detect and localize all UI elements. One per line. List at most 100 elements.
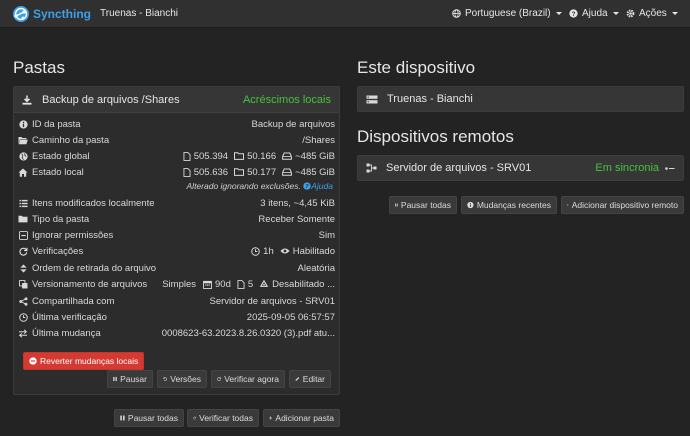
- share-icon: [18, 296, 28, 306]
- pause-folder-button[interactable]: Pausar: [107, 370, 153, 388]
- globe-icon: [18, 151, 28, 161]
- value: 1h Habilitado: [251, 246, 335, 257]
- brand-name: Syncthing: [33, 7, 92, 21]
- global-dirs: 50.166: [247, 150, 277, 162]
- recent-changes-label: Mudanças recentes: [476, 200, 551, 210]
- this-device-header[interactable]: Truenas - Bianchi: [358, 87, 683, 111]
- download-icon: [22, 95, 32, 105]
- locally-changed-link[interactable]: 3 itens, ~4,45 KiB: [260, 198, 335, 209]
- file-icon: [237, 279, 245, 289]
- versions-button[interactable]: Versões: [157, 370, 207, 388]
- local-dirs: 50.177: [247, 166, 277, 178]
- pause-all-folders-button[interactable]: Pausar todas: [114, 409, 184, 427]
- label: Última verificação: [32, 311, 107, 323]
- calendar-icon: [203, 280, 212, 289]
- rescan-all-label: Verificar todas: [199, 413, 253, 423]
- brand[interactable]: Syncthing: [12, 5, 91, 23]
- language-label: Portuguese (Brazil): [465, 8, 551, 19]
- remote-devices-heading: Dispositivos remotos: [357, 127, 514, 146]
- folder-icon: [18, 214, 28, 224]
- plus-icon: [269, 416, 273, 420]
- edit-folder-button[interactable]: Editar: [289, 370, 331, 388]
- plus-icon: [567, 204, 569, 206]
- versioning-cleanup: Desabilitado ...: [272, 278, 335, 290]
- list-icon: [18, 198, 28, 208]
- svg-text:?: ?: [306, 184, 310, 190]
- row-folder-path: Caminho da pasta /Shares: [18, 132, 335, 148]
- label: Ignorar permissões: [32, 229, 114, 241]
- label: ID da pasta: [32, 118, 81, 130]
- label: Itens modificados localmente: [32, 197, 155, 209]
- value: Receber Somente: [258, 213, 335, 225]
- help-link[interactable]: ? Ajuda: [303, 181, 333, 191]
- exchange-icon: [18, 328, 28, 338]
- shared-device-link[interactable]: Servidor de arquivos - SRV01: [210, 296, 336, 307]
- row-local-state: Estado local 505.636 50.177 ~485 GiB: [18, 164, 335, 180]
- actions-menu[interactable]: Ações: [626, 8, 678, 19]
- folder-panel-header[interactable]: Backup de arquivos /Shares Acréscimos lo…: [14, 87, 339, 113]
- row-folder-type: Tipo da pasta Receber Somente: [18, 211, 335, 227]
- add-folder-button[interactable]: Adicionar pasta: [263, 409, 340, 427]
- label: Versionamento de arquivos: [32, 278, 148, 290]
- rescan-all-button[interactable]: Verificar todas: [187, 409, 259, 427]
- recycle-icon: [259, 279, 269, 287]
- remote-device-panel: Servidor de arquivos - SRV01 Em sincroni…: [357, 155, 684, 181]
- label: Tipo da pasta: [32, 213, 90, 225]
- language-menu[interactable]: Portuguese (Brazil): [452, 8, 562, 19]
- local-size: ~485 GiB: [295, 166, 335, 178]
- revert-local-changes-button[interactable]: Reverter mudanças locais: [23, 352, 145, 370]
- row-pull-order: Ordem de retirada do arquivo Aleatória: [18, 260, 335, 276]
- svg-text:?: ?: [572, 11, 576, 18]
- label: Verificações: [32, 245, 84, 257]
- row-versioning: Versionamento de arquivos Simples 90d 5 …: [18, 276, 335, 292]
- value: 2025-09-05 06:57:57: [246, 311, 335, 323]
- row-rescans: Verificações 1h Habilitado: [18, 243, 335, 259]
- actions-label: Ações: [639, 8, 667, 19]
- refresh-icon: [217, 377, 221, 381]
- folder-open-icon: [18, 135, 28, 145]
- copy-icon: [18, 279, 28, 289]
- recent-changes-button[interactable]: Mudanças recentes: [461, 196, 557, 214]
- global-files: 505.394: [193, 150, 229, 162]
- pause-icon: [113, 376, 117, 382]
- row-global-state: Estado global 505.394 50.166 ~485 GiB: [18, 148, 335, 164]
- add-folder-label: Adicionar pasta: [275, 413, 334, 423]
- label: Estado local: [32, 166, 84, 178]
- watcher-state: Habilitado: [292, 245, 335, 257]
- syncthing-logo-icon: [13, 6, 29, 22]
- globe-icon: [452, 9, 461, 18]
- add-remote-device-button[interactable]: Adicionar dispositivo remoto: [561, 196, 684, 214]
- folder-panel: Backup de arquivos /Shares Acréscimos lo…: [13, 86, 340, 395]
- label: Compartilhada com: [32, 295, 115, 307]
- home-icon: [18, 167, 28, 177]
- row-last-change: Última mudança 0008623-63.2023.8.26.0320…: [18, 325, 335, 341]
- chevron-down-icon: [555, 12, 562, 15]
- clock-icon: [251, 246, 260, 256]
- row-last-scan: Última verificação 2025-09-05 06:57:57: [18, 309, 335, 325]
- label: Ordem de retirada do arquivo: [32, 262, 157, 274]
- hdd-icon: [282, 152, 293, 160]
- pause-label: Pausar: [120, 374, 147, 384]
- value: Sim: [318, 229, 335, 241]
- pause-all-devices-button[interactable]: Pausar todas: [389, 196, 457, 214]
- server-icon: [366, 95, 378, 103]
- note-text: Alterado ignorando exclusões.: [186, 181, 301, 191]
- info-icon: [467, 201, 474, 209]
- help-menu[interactable]: ? Ajuda: [569, 8, 619, 19]
- rescan-button[interactable]: Verificar agora: [211, 370, 285, 388]
- refresh-icon: [193, 416, 196, 420]
- pause-icon: [395, 203, 398, 207]
- clock-icon: [18, 312, 28, 322]
- remote-device-header[interactable]: Servidor de arquivos - SRV01 Em sincroni…: [358, 156, 683, 180]
- label: Caminho da pasta: [32, 134, 110, 146]
- chevron-down-icon: [612, 12, 619, 15]
- rescan-label: Verificar agora: [224, 374, 279, 384]
- versioning-days: 90d: [215, 278, 231, 290]
- pause-all-label: Pausar todas: [127, 413, 178, 423]
- gear-icon: [626, 9, 635, 18]
- value: 505.636 50.177 ~485 GiB: [183, 167, 335, 178]
- local-files: 505.636: [193, 166, 229, 178]
- hdd-icon: [282, 168, 293, 176]
- this-device-name: Truenas - Bianchi: [387, 93, 473, 105]
- versions-label: Versões: [170, 374, 201, 384]
